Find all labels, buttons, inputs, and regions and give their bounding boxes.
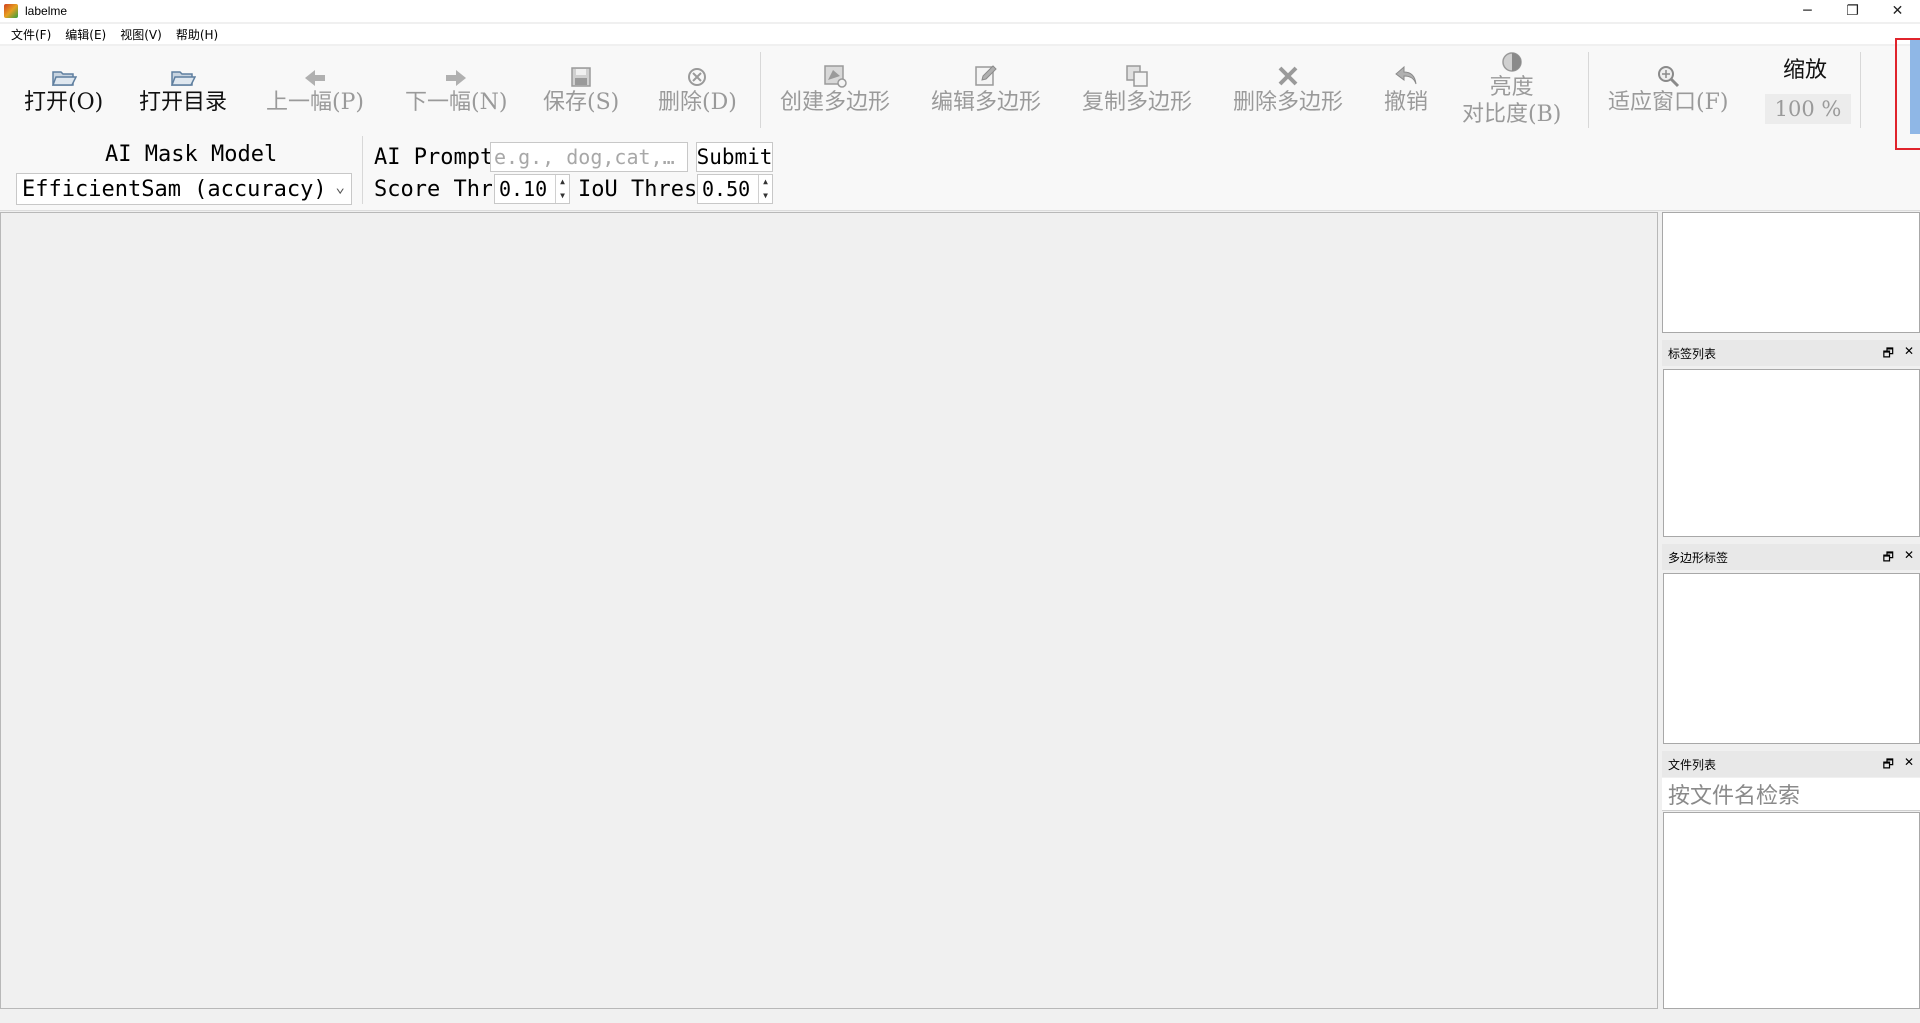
- score-threshold-spinbox[interactable]: 0.10 ▲ ▼: [494, 174, 570, 204]
- spin-arrows-icon[interactable]: ▲ ▼: [555, 175, 569, 203]
- labelme-window: labelme ─ ❐ ✕ 文件(F) 编辑(E) 视图(V) 帮助(H) 打开…: [0, 0, 1920, 1023]
- zoom-label: 缩放: [1783, 58, 1828, 83]
- save-icon: [570, 60, 592, 88]
- score-threshold-value: 0.10: [499, 177, 548, 201]
- menu-file[interactable]: 文件(F): [4, 26, 58, 43]
- prev-image-button[interactable]: 上一幅(P): [266, 60, 364, 118]
- delete-circle-icon: [686, 60, 708, 88]
- float-icon[interactable]: 🗗: [1883, 755, 1894, 776]
- close-icon[interactable]: ✕: [1904, 548, 1914, 569]
- brightness-contrast-button[interactable]: 亮度 对比度(B): [1462, 46, 1561, 128]
- float-icon[interactable]: 🗗: [1883, 344, 1894, 365]
- polygon-labels-header: 多边形标签 🗗 ✕: [1662, 544, 1920, 570]
- label-list[interactable]: [1663, 369, 1920, 537]
- status-bar: [0, 1009, 1920, 1023]
- iou-threshold-spinbox[interactable]: 0.50 ▲ ▼: [697, 174, 773, 204]
- zoom-value[interactable]: 100 %: [1765, 94, 1851, 124]
- open-folder-icon: [170, 60, 196, 88]
- toolbar-separator: [1860, 52, 1861, 128]
- contrast-label: 对比度(B): [1462, 102, 1562, 127]
- ai-separator: [362, 136, 363, 204]
- edit-polygon-label: 编辑多边形: [931, 90, 1042, 115]
- menu-help[interactable]: 帮助(H): [169, 26, 225, 43]
- float-icon[interactable]: 🗗: [1883, 548, 1894, 569]
- open-dir-label: 打开目录: [139, 90, 228, 115]
- spin-arrows-icon[interactable]: ▲ ▼: [758, 175, 772, 203]
- edit-icon: [974, 60, 998, 88]
- label-list-header: 标签列表 🗗 ✕: [1662, 340, 1920, 366]
- iou-threshold-value: 0.50: [702, 177, 751, 201]
- polygon-labels-list[interactable]: [1663, 573, 1920, 744]
- ai-mask-model-title: AI Mask Model: [105, 142, 278, 167]
- highlight-box: [1895, 38, 1920, 150]
- delete-file-label: 删除(D): [658, 90, 737, 115]
- fit-window-label: 适应窗口(F): [1608, 90, 1729, 115]
- image-canvas[interactable]: [0, 212, 1658, 1009]
- open-button[interactable]: 打开(O): [24, 60, 103, 118]
- arrow-left-icon: [303, 60, 327, 88]
- delete-file-button[interactable]: 删除(D): [658, 60, 737, 118]
- menu-view[interactable]: 视图(V): [113, 26, 169, 43]
- brightness-label: 亮度: [1489, 75, 1534, 100]
- cross-icon: [1276, 60, 1300, 88]
- close-icon[interactable]: ✕: [1904, 344, 1914, 365]
- polygon-labels-title: 多边形标签: [1668, 550, 1729, 565]
- iou-threshold-label: IoU Threshold: [578, 177, 696, 202]
- save-label: 保存(S): [543, 90, 620, 115]
- ai-mask-model-select[interactable]: EfficientSam (accuracy) ⌄: [16, 173, 352, 205]
- next-image-label: 下一幅(N): [405, 90, 508, 115]
- file-list[interactable]: [1663, 812, 1920, 1009]
- open-folder-icon: [51, 60, 77, 88]
- open-label: 打开(O): [24, 90, 104, 115]
- copy-polygon-button[interactable]: 复制多边形: [1082, 60, 1192, 118]
- ai-prompt-input[interactable]: e.g., dog,cat,…: [490, 142, 688, 172]
- copy-icon: [1125, 60, 1149, 88]
- close-button[interactable]: ✕: [1875, 0, 1920, 22]
- file-search-input[interactable]: 按文件名检索: [1662, 778, 1920, 811]
- ai-mask-model-value: EfficientSam (accuracy): [22, 176, 327, 202]
- flags-panel: [1662, 212, 1920, 333]
- toolbar-separator: [1588, 52, 1589, 128]
- file-list-header: 文件列表 🗗 ✕: [1662, 751, 1920, 777]
- title-bar: labelme ─ ❐ ✕: [0, 0, 1920, 22]
- arrow-right-icon: [444, 60, 468, 88]
- zoom-icon: [1656, 60, 1680, 88]
- score-threshold-label: Score Threshold: [374, 177, 492, 202]
- edit-polygon-button[interactable]: 编辑多边形: [931, 60, 1041, 118]
- create-polygon-button[interactable]: 创建多边形: [780, 60, 890, 118]
- app-icon: [4, 4, 18, 18]
- zoom-title: 缩放: [1783, 56, 1827, 86]
- menu-edit[interactable]: 编辑(E): [58, 26, 113, 43]
- minimize-button[interactable]: ─: [1785, 0, 1830, 22]
- close-icon[interactable]: ✕: [1904, 755, 1914, 776]
- save-button[interactable]: 保存(S): [543, 60, 619, 118]
- ai-prompt-label: AI Prompt: [374, 145, 494, 170]
- restore-button[interactable]: ❐: [1830, 0, 1875, 22]
- toolbar: 打开(O) 打开目录 上一幅(P) 下一幅(N) 保存(S) 删除(D) 创建多…: [0, 38, 1920, 211]
- menu-bar: 文件(F) 编辑(E) 视图(V) 帮助(H): [0, 24, 1920, 44]
- fit-window-button[interactable]: 适应窗口(F): [1608, 60, 1728, 118]
- chevron-down-icon: ⌄: [335, 177, 345, 196]
- create-polygon-icon: [823, 60, 847, 88]
- prev-image-label: 上一幅(P): [266, 90, 364, 115]
- submit-button[interactable]: Submit: [696, 142, 773, 172]
- delete-polygon-label: 删除多边形: [1233, 90, 1344, 115]
- create-polygon-label: 创建多边形: [780, 90, 891, 115]
- undo-icon: [1394, 60, 1418, 88]
- undo-label: 撤销: [1384, 90, 1429, 115]
- toolbar-separator: [760, 52, 761, 128]
- open-dir-button[interactable]: 打开目录: [139, 60, 227, 118]
- delete-polygon-button[interactable]: 删除多边形: [1233, 60, 1343, 118]
- brightness-contrast-icon: [1500, 46, 1524, 74]
- next-image-button[interactable]: 下一幅(N): [405, 60, 507, 118]
- undo-button[interactable]: 撤销: [1384, 60, 1428, 118]
- label-list-title: 标签列表: [1668, 346, 1717, 361]
- window-title: labelme: [25, 4, 68, 18]
- window-controls: ─ ❐ ✕: [1785, 0, 1920, 22]
- copy-polygon-label: 复制多边形: [1082, 90, 1193, 115]
- file-list-title: 文件列表: [1668, 757, 1717, 772]
